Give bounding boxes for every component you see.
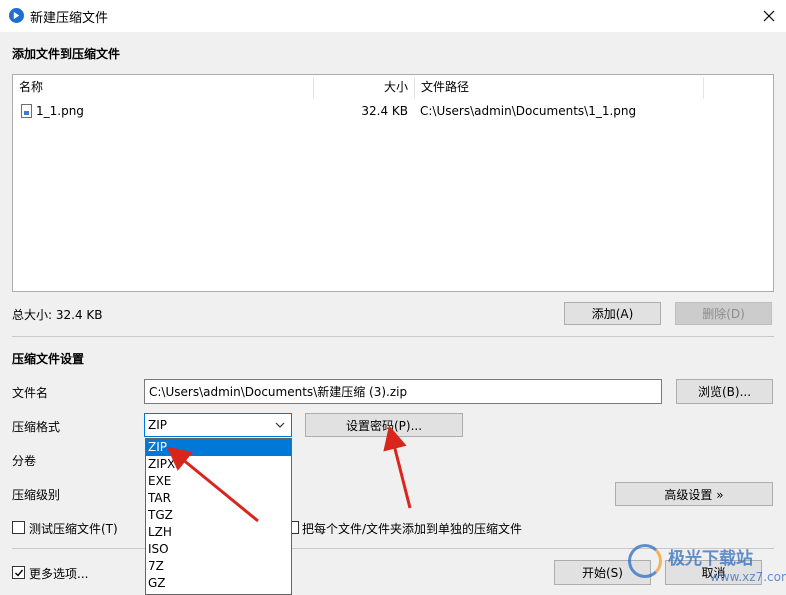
column-header-path[interactable]: 文件路径 bbox=[415, 75, 703, 99]
format-option[interactable]: EXE bbox=[146, 473, 291, 490]
file-row[interactable]: 1_1.png 32.4 KB C:\Users\admin\Documents… bbox=[13, 101, 773, 121]
title-bar bbox=[0, 0, 786, 32]
chevron-down-icon bbox=[275, 422, 285, 428]
format-option[interactable]: TGZ bbox=[146, 507, 291, 524]
delete-button[interactable]: 删除(D) bbox=[675, 302, 772, 325]
file-size: 32.4 KB bbox=[361, 104, 408, 118]
test-archive-checkbox[interactable] bbox=[12, 521, 25, 534]
file-path: C:\Users\admin\Documents\1_1.png bbox=[420, 104, 637, 118]
format-option[interactable]: ISO bbox=[146, 541, 291, 558]
total-size-label: 总大小: 32.4 KB bbox=[12, 308, 103, 322]
watermark-text: 极光下载站 bbox=[668, 549, 753, 569]
close-icon bbox=[763, 10, 775, 22]
watermark-logo-icon bbox=[628, 544, 662, 578]
volume-label: 分卷 bbox=[12, 454, 37, 468]
add-files-heading: 添加文件到压缩文件 bbox=[12, 47, 121, 61]
format-label: 压缩格式 bbox=[12, 420, 61, 434]
format-option[interactable]: ZIPX bbox=[146, 456, 291, 473]
column-header-size[interactable]: 大小 bbox=[314, 75, 414, 99]
watermark-url: www.xz7.com bbox=[710, 570, 786, 584]
more-options-label: 更多选项... bbox=[29, 567, 89, 581]
file-list[interactable]: 名称 大小 文件路径 1_1.png 32.4 KB C:\Users\admi… bbox=[12, 74, 774, 292]
browse-button[interactable]: 浏览(B)... bbox=[676, 379, 773, 404]
format-option[interactable]: TAR bbox=[146, 490, 291, 507]
app-logo-icon bbox=[9, 8, 24, 23]
file-name: 1_1.png bbox=[36, 104, 84, 118]
filename-value: C:\Users\admin\Documents\新建压缩 (3).zip bbox=[149, 385, 408, 399]
format-option[interactable]: GZ bbox=[146, 575, 291, 592]
format-option[interactable]: 7Z bbox=[146, 558, 291, 575]
set-password-button[interactable]: 设置密码(P)... bbox=[305, 413, 463, 437]
compression-level-label: 压缩级别 bbox=[12, 488, 61, 502]
test-archive-label: 测试压缩文件(T) bbox=[29, 522, 118, 536]
add-button[interactable]: 添加(A) bbox=[564, 302, 661, 325]
image-file-icon bbox=[21, 104, 32, 118]
close-button[interactable] bbox=[752, 2, 786, 30]
format-option[interactable]: ZIP bbox=[146, 439, 291, 456]
format-dropdown-list[interactable]: ZIP ZIPX EXE TAR TGZ LZH ISO 7Z GZ bbox=[145, 438, 292, 595]
filename-label: 文件名 bbox=[12, 386, 49, 400]
separate-archives-label: 把每个文件/文件夹添加到单独的压缩文件 bbox=[302, 522, 523, 536]
column-header-name[interactable]: 名称 bbox=[13, 75, 313, 99]
settings-heading: 压缩文件设置 bbox=[12, 352, 85, 366]
more-options-checkbox[interactable] bbox=[12, 566, 25, 579]
checkmark-icon bbox=[14, 569, 23, 577]
window-title: 新建压缩文件 bbox=[30, 11, 109, 26]
watermark: 极光下载站 www.xz7.com bbox=[620, 540, 786, 592]
format-select[interactable]: ZIP bbox=[144, 413, 292, 437]
format-select-value: ZIP bbox=[148, 418, 167, 432]
filename-input[interactable]: C:\Users\admin\Documents\新建压缩 (3).zip bbox=[144, 379, 662, 404]
column-separator[interactable] bbox=[703, 77, 704, 99]
advanced-settings-button[interactable]: 高级设置 » bbox=[615, 482, 773, 506]
format-option[interactable]: LZH bbox=[146, 524, 291, 541]
section-divider bbox=[12, 336, 774, 337]
